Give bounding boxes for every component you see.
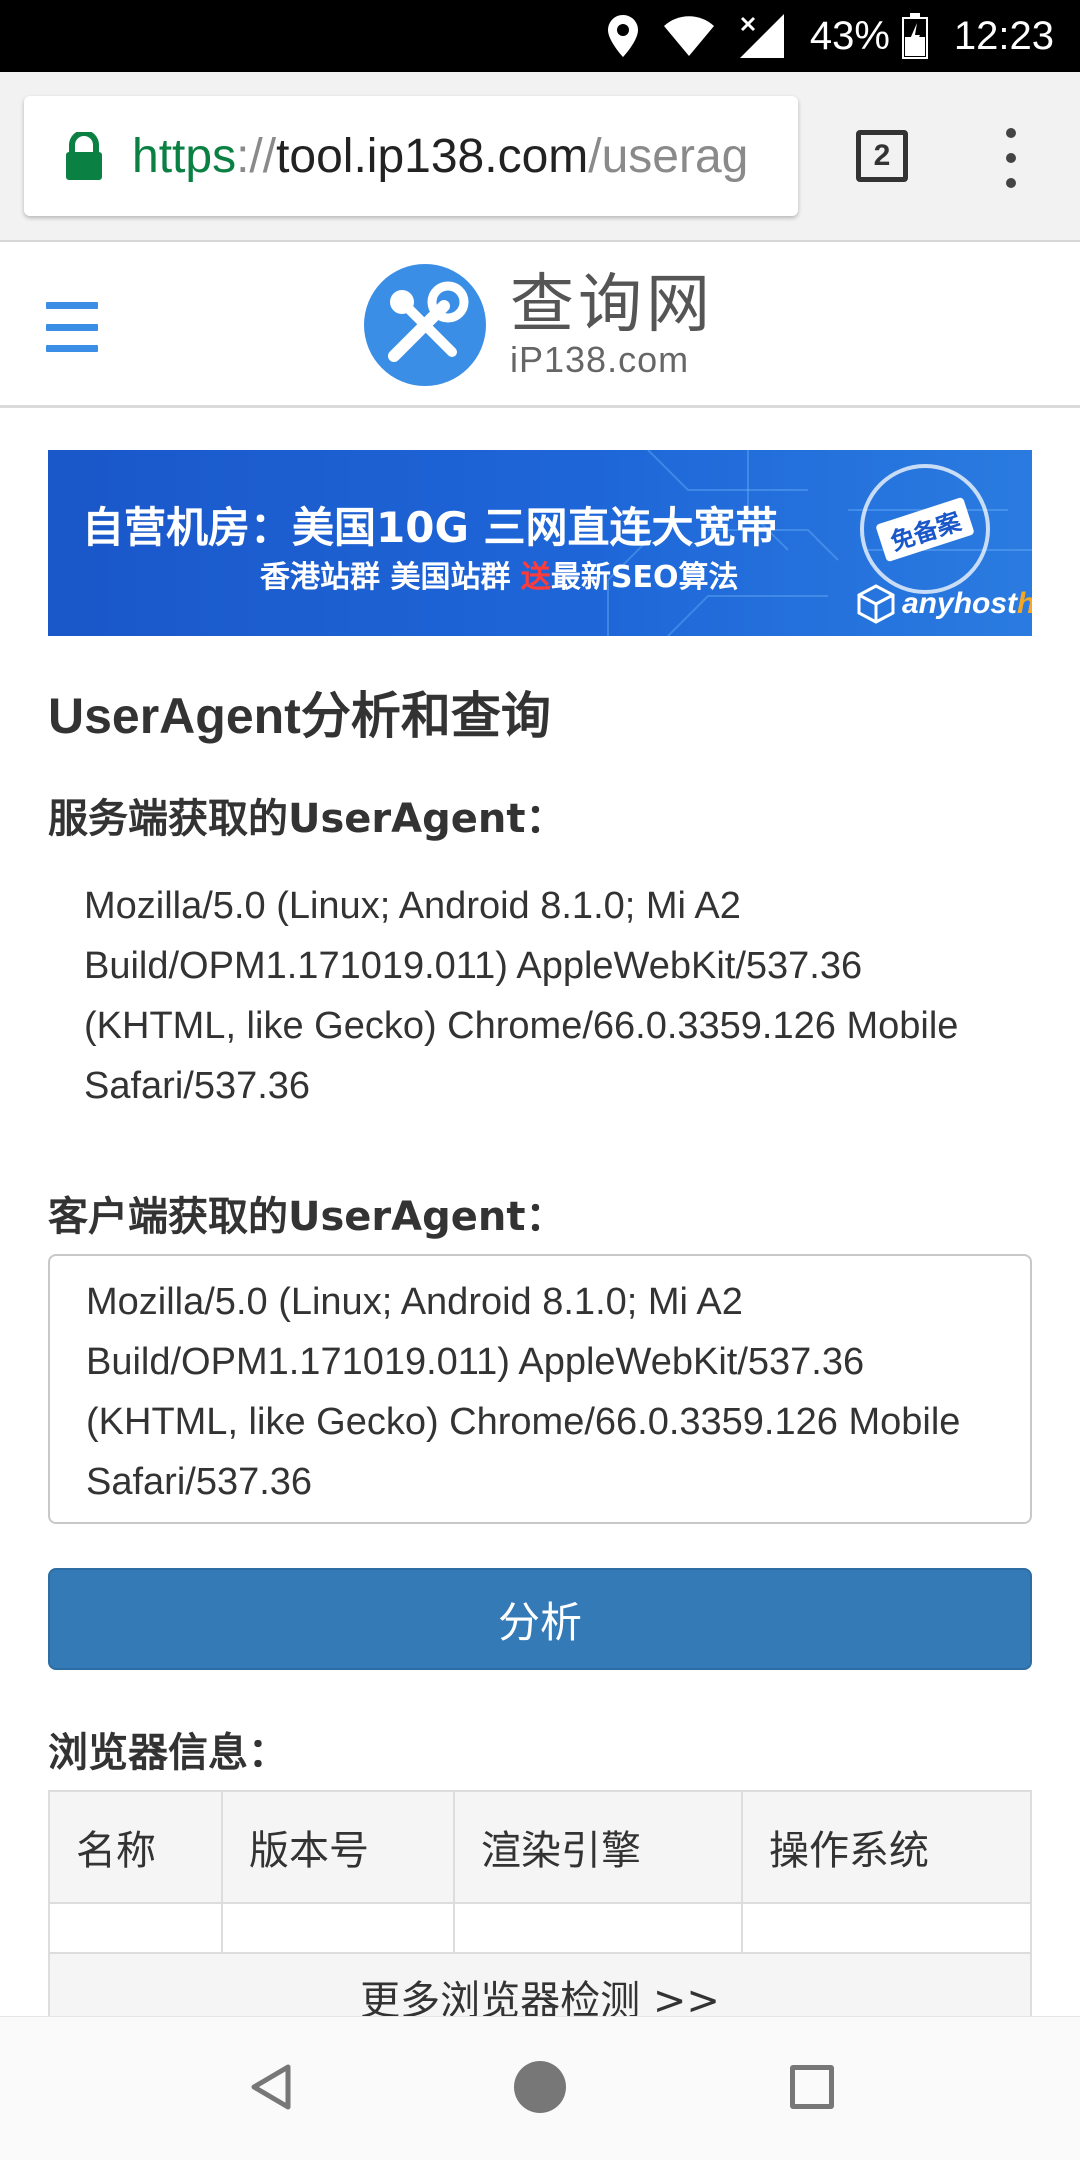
logo-text: 查询网 iP138.com: [510, 270, 714, 380]
system-nav-bar: [0, 2016, 1080, 2160]
client-ua-label: 客户端获取的UserAgent：: [48, 1194, 566, 1240]
browser-info-table: 名称 版本号 渲染引擎 操作系统 更多浏览器检测 >>: [48, 1790, 1032, 2034]
cube-icon: [857, 584, 895, 624]
status-bar: 43% 12:23: [0, 0, 1080, 72]
signal-icon: [739, 14, 784, 58]
server-ua-text: Mozilla/5.0 (Linux; Android 8.1.0; Mi A2…: [84, 885, 959, 1107]
recents-icon[interactable]: [790, 2065, 834, 2109]
banner-headline: 自营机房：美国10G 三网直连大宽带: [82, 503, 778, 552]
battery-icon: [901, 13, 928, 59]
battery-percent: 43%: [809, 13, 890, 58]
url-host: tool.ip138.com: [276, 129, 589, 183]
table-row: [48, 1902, 1032, 1954]
clock: 12:23: [953, 13, 1054, 58]
col-version: 版本号: [221, 1790, 455, 1904]
server-ua-label: 服务端获取的UserAgent：: [48, 796, 566, 842]
hamburger-menu-icon[interactable]: [46, 302, 98, 352]
home-icon[interactable]: [514, 2061, 566, 2113]
tab-count: 2: [873, 139, 891, 172]
logo-subtitle: iP138.com: [510, 339, 690, 380]
client-ua-textarea[interactable]: Mozilla/5.0 (Linux; Android 8.1.0; Mi A2…: [48, 1254, 1032, 1524]
ad-banner[interactable]: 自营机房：美国10G 三网直连大宽带 香港站群 美国站群 送最新SEO算法 免备…: [48, 450, 1032, 636]
browser-toolbar: https://tool.ip138.com/userag 2: [0, 72, 1080, 242]
logo-title: 查询网: [510, 268, 714, 342]
site-logo[interactable]: 查询网 iP138.com: [364, 262, 714, 388]
url-separator: ://: [236, 129, 277, 183]
overflow-menu-icon[interactable]: [996, 128, 1026, 188]
browser-info-label: 浏览器信息：: [48, 1730, 288, 1776]
url-text[interactable]: https://tool.ip138.com/userag: [132, 129, 748, 184]
location-icon: [607, 15, 638, 57]
banner-brand: anyhosthub: [856, 584, 1032, 624]
page-title: UserAgent分析和查询: [48, 688, 551, 744]
analyze-button[interactable]: 分析: [48, 1568, 1032, 1670]
url-scheme: https: [132, 129, 237, 183]
col-os: 操作系统: [741, 1790, 1032, 1904]
address-bar[interactable]: https://tool.ip138.com/userag: [24, 96, 798, 216]
lock-icon: [66, 132, 102, 180]
site-header: 查询网 iP138.com: [0, 242, 1080, 408]
back-icon[interactable]: [244, 2061, 296, 2113]
banner-subline: 香港站群 美国站群 送最新SEO算法: [260, 560, 739, 595]
tab-switcher-button[interactable]: 2: [856, 130, 908, 182]
col-name: 名称: [48, 1790, 223, 1904]
table-header-row: 名称 版本号 渲染引擎 操作系统: [48, 1790, 1032, 1904]
tools-icon: [364, 264, 486, 386]
banner-seal: 免备案: [860, 464, 990, 594]
url-path: /userag: [588, 129, 749, 183]
wifi-icon: [663, 16, 714, 56]
col-engine: 渲染引擎: [453, 1790, 743, 1904]
